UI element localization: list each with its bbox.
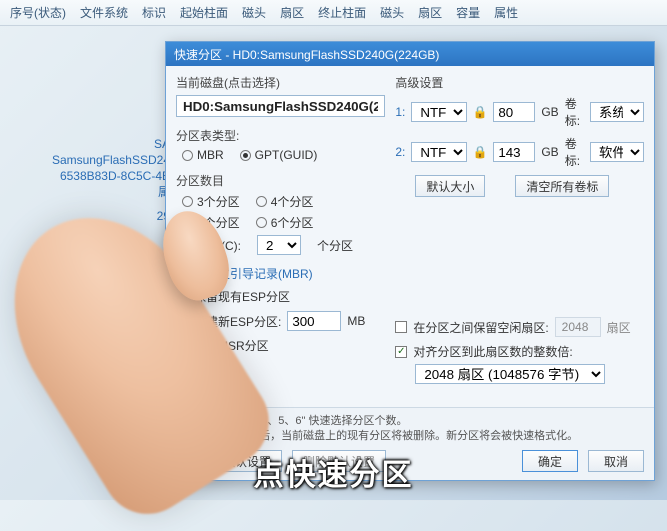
advanced-settings-label: 高级设置 xyxy=(395,74,644,91)
col-flag[interactable]: 标识 xyxy=(142,4,166,21)
vol-label: 卷标: xyxy=(565,95,584,129)
gap-unit: 扇区 xyxy=(607,319,631,336)
radio-5-partitions[interactable]: 5个分区 xyxy=(182,214,240,231)
esp-size-input[interactable] xyxy=(287,311,341,331)
subtitle-caption: 点快速分区 xyxy=(254,450,414,494)
tree-line: 属 xyxy=(20,184,170,200)
fs-select-1[interactable]: NTFS xyxy=(411,102,467,122)
col-sector1[interactable]: 扇区 xyxy=(280,4,304,21)
partition-count-label: 分区数目 xyxy=(176,172,385,189)
tree-line: SA xyxy=(20,136,170,152)
quick-partition-dialog: 快速分区 - HD0:SamsungFlashSSD240G(224GB) 当前… xyxy=(165,41,655,481)
tree-line: 29 xyxy=(20,208,170,224)
checkbox-create-esp[interactable]: 创建新ESP分区: MB xyxy=(176,311,385,331)
custom-count-select[interactable]: 2 xyxy=(257,235,301,255)
hint-text: 提示: 可按下 "3、4、5、6" 快速选择分区个数。 注意: 此功能执行后，当… xyxy=(176,414,644,444)
col-fs[interactable]: 文件系统 xyxy=(80,4,128,21)
radio-custom-count[interactable]: 自定(C): xyxy=(182,237,241,254)
col-sector2[interactable]: 扇区 xyxy=(418,4,442,21)
vol-label: 卷标: xyxy=(565,135,584,169)
col-index[interactable]: 序号(状态) xyxy=(10,4,66,21)
gap-value: 2048 xyxy=(555,317,601,337)
col-attr[interactable]: 属性 xyxy=(494,4,518,21)
custom-count-suffix: 个分区 xyxy=(317,237,353,254)
ok-button[interactable]: 确定 xyxy=(522,450,578,472)
col-size[interactable]: 容量 xyxy=(456,4,480,21)
unit: GB xyxy=(541,145,558,159)
current-disk-label: 当前磁盘(点击选择) xyxy=(176,74,385,91)
checkbox-keep-esp[interactable]: 保留现有ESP分区 xyxy=(176,288,385,305)
partition-table-type-label: 分区表类型: xyxy=(176,127,385,144)
vol-select-2[interactable]: 软件 xyxy=(590,142,644,162)
clear-labels-button[interactable]: 清空所有卷标 xyxy=(515,175,609,197)
main-toolbar: 序号(状态) 文件系统 标识 起始柱面 磁头 扇区 终止柱面 磁头 扇区 容量 … xyxy=(0,0,667,26)
esp-unit: MB xyxy=(347,314,365,328)
lock-icon[interactable]: 🔒 xyxy=(473,145,487,159)
col-head2[interactable]: 磁头 xyxy=(380,4,404,21)
checkbox-rebuild-mbr[interactable]: 重建主引导记录(MBR) xyxy=(176,265,385,282)
default-size-button[interactable]: 默认大小 xyxy=(415,175,485,197)
dialog-titlebar[interactable]: 快速分区 - HD0:SamsungFlashSSD240G(224GB) xyxy=(166,42,654,66)
vol-select-1[interactable]: 系统 xyxy=(590,102,644,122)
checkbox-create-msr[interactable]: 创建MSR分区 xyxy=(176,337,385,354)
align-select[interactable]: 2048 扇区 (1048576 字节) xyxy=(415,364,605,384)
dialog-title: 快速分区 - HD0:SamsungFlashSSD240G(224GB) xyxy=(174,46,439,63)
radio-6-partitions[interactable]: 6个分区 xyxy=(256,214,314,231)
radio-4-partitions[interactable]: 4个分区 xyxy=(256,193,314,210)
checkbox-reserve-gap[interactable]: 在分区之间保留空闲扇区: 2048 扇区 xyxy=(395,317,644,337)
row-index: 2: xyxy=(395,145,405,159)
size-input-1[interactable] xyxy=(493,102,535,122)
cancel-button[interactable]: 取消 xyxy=(588,450,644,472)
row-index: 1: xyxy=(395,105,405,119)
current-disk-field[interactable] xyxy=(176,95,385,117)
size-input-2[interactable] xyxy=(493,142,535,162)
unit: GB xyxy=(541,105,558,119)
col-end-cyl[interactable]: 终止柱面 xyxy=(318,4,366,21)
radio-mbr[interactable]: MBR xyxy=(182,148,224,162)
col-start-cyl[interactable]: 起始柱面 xyxy=(180,4,228,21)
radio-gpt[interactable]: GPT(GUID) xyxy=(240,148,318,162)
tree-line: 6538B83D-8C5C-4B xyxy=(20,168,170,184)
lock-icon[interactable]: 🔒 xyxy=(473,105,487,119)
tree-line: SamsungFlashSSD24 xyxy=(20,152,170,168)
partition-row-1: 1: NTFS 🔒 GB 卷标: 系统 xyxy=(395,95,644,129)
partition-row-2: 2: NTFS 🔒 GB 卷标: 软件 xyxy=(395,135,644,169)
fs-select-2[interactable]: NTFS xyxy=(411,142,467,162)
disk-tree[interactable]: SA SamsungFlashSSD24 6538B83D-8C5C-4B 属 … xyxy=(20,136,170,224)
col-head1[interactable]: 磁头 xyxy=(242,4,266,21)
radio-3-partitions[interactable]: 3个分区 xyxy=(182,193,240,210)
checkbox-align[interactable]: 对齐分区到此扇区数的整数倍: xyxy=(395,343,644,360)
